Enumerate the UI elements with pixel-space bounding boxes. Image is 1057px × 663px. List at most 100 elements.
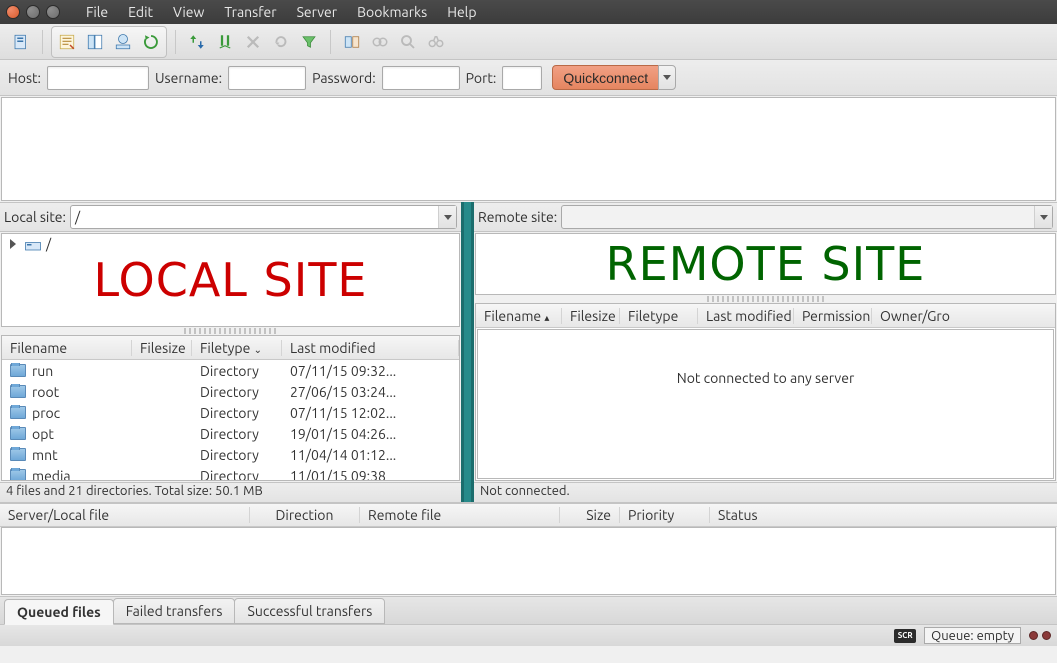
file-name: mnt [32, 447, 58, 463]
remote-path-combo[interactable] [561, 205, 1053, 229]
refresh-button[interactable] [138, 29, 164, 55]
col-filename[interactable]: Filename ▴ [476, 308, 562, 324]
tab-successful-transfers[interactable]: Successful transfers [234, 598, 385, 624]
col-filetype[interactable]: Filetype [620, 308, 698, 324]
table-row[interactable]: mediaDirectory11/01/15 09:38 [2, 465, 459, 480]
sync-browse-button[interactable] [367, 29, 393, 55]
folder-icon [10, 469, 26, 480]
table-row[interactable]: mntDirectory11/04/14 01:12... [2, 444, 459, 465]
vertical-splitter[interactable] [461, 202, 474, 502]
window-minimize-button[interactable] [26, 5, 40, 19]
site-manager-button[interactable] [8, 29, 34, 55]
queue-body[interactable] [1, 527, 1056, 595]
remote-overlay-label: REMOTE SITE [476, 234, 1055, 294]
col-filename[interactable]: Filename [2, 340, 132, 356]
local-file-list[interactable]: Filename Filesize Filetype ⌄ Last modifi… [1, 335, 460, 481]
col-serverfile[interactable]: Server/Local file [0, 507, 250, 523]
file-modified: 27/06/15 03:24... [282, 384, 459, 400]
local-status: 4 files and 21 directories. Total size: … [0, 482, 461, 502]
file-modified: 07/11/15 09:32... [282, 363, 459, 379]
col-size[interactable]: Size [560, 507, 620, 523]
window-close-button[interactable] [6, 5, 20, 19]
chevron-down-icon [1040, 215, 1048, 220]
toggle-log-button[interactable] [54, 29, 80, 55]
file-modified: 11/01/15 09:38 [282, 468, 459, 481]
table-row[interactable]: procDirectory07/11/15 12:02... [2, 402, 459, 423]
queue-status[interactable]: Queue: empty [924, 627, 1021, 644]
port-input[interactable] [502, 66, 542, 90]
compare-button[interactable] [339, 29, 365, 55]
col-remotefile[interactable]: Remote file [360, 507, 560, 523]
remote-not-connected: Not connected to any server [477, 329, 1054, 479]
port-label: Port: [466, 70, 497, 86]
window-maximize-button[interactable] [46, 5, 60, 19]
remote-splitter[interactable] [707, 296, 824, 302]
remote-path-bar: Remote site: [474, 202, 1057, 232]
led-upload-icon [1042, 631, 1051, 640]
quickconnect-dropdown[interactable] [658, 65, 676, 90]
filter-button[interactable] [296, 29, 322, 55]
file-name: root [32, 384, 59, 400]
menu-view[interactable]: View [165, 2, 212, 22]
menubar: File Edit View Transfer Server Bookmarks… [78, 2, 485, 22]
file-name: run [32, 363, 53, 379]
username-label: Username: [155, 70, 222, 86]
password-input[interactable] [382, 66, 460, 90]
remote-file-list[interactable]: Filename ▴ Filesize Filetype Last modifi… [475, 303, 1056, 481]
menu-help[interactable]: Help [439, 2, 484, 22]
drive-icon [24, 236, 42, 252]
col-owner[interactable]: Owner/Gro [872, 308, 1055, 324]
file-modified: 07/11/15 12:02... [282, 405, 459, 421]
remote-tree[interactable]: REMOTE SITE [475, 233, 1056, 295]
menu-bookmarks[interactable]: Bookmarks [349, 2, 435, 22]
col-filetype[interactable]: Filetype ⌄ [192, 340, 282, 356]
reconnect-button[interactable] [268, 29, 294, 55]
cancel-button[interactable] [212, 29, 238, 55]
toggle-tree-button[interactable] [82, 29, 108, 55]
folder-icon [10, 385, 26, 398]
expand-icon[interactable] [10, 239, 16, 249]
table-row[interactable]: runDirectory07/11/15 09:32... [2, 360, 459, 381]
window-titlebar: File Edit View Transfer Server Bookmarks… [0, 0, 1057, 24]
file-type: Directory [192, 384, 282, 400]
host-input[interactable] [47, 66, 149, 90]
toolbar [0, 24, 1057, 60]
col-priority[interactable]: Priority [620, 507, 710, 523]
remote-path-dropdown[interactable] [1034, 206, 1052, 228]
col-modified[interactable]: Last modified [698, 308, 794, 324]
menu-transfer[interactable]: Transfer [216, 2, 284, 22]
message-log[interactable] [1, 97, 1056, 201]
table-row[interactable]: optDirectory19/01/15 04:26... [2, 423, 459, 444]
toggle-queue-button[interactable] [110, 29, 136, 55]
scr-indicator: SCR [894, 629, 916, 643]
local-tree[interactable]: / LOCAL SITE [1, 233, 460, 327]
local-splitter[interactable] [184, 328, 276, 334]
table-row[interactable]: root Directory27/06/15 03:24... [2, 381, 459, 402]
chevron-down-icon [444, 215, 452, 220]
col-direction[interactable]: Direction [250, 507, 360, 523]
menu-file[interactable]: File [78, 2, 116, 22]
toolbar-separator [330, 30, 331, 54]
col-filesize[interactable]: Filesize [562, 308, 620, 324]
disconnect-button[interactable] [240, 29, 266, 55]
tab-failed-transfers[interactable]: Failed transfers [113, 598, 236, 624]
file-name: opt [32, 426, 54, 442]
binoculars-button[interactable] [423, 29, 449, 55]
local-tree-root[interactable]: / [2, 234, 459, 254]
process-queue-button[interactable] [184, 29, 210, 55]
col-filesize[interactable]: Filesize [132, 340, 192, 356]
local-path-combo[interactable]: / [70, 205, 457, 229]
col-status[interactable]: Status [710, 507, 1057, 523]
menu-edit[interactable]: Edit [120, 2, 161, 22]
username-input[interactable] [228, 66, 306, 90]
col-permission[interactable]: Permission [794, 308, 872, 324]
tab-queued-files[interactable]: Queued files [4, 599, 114, 625]
menu-server[interactable]: Server [289, 2, 346, 22]
local-path-dropdown[interactable] [438, 206, 456, 228]
local-path-value: / [75, 209, 80, 225]
activity-leds [1029, 631, 1051, 640]
search-button[interactable] [395, 29, 421, 55]
folder-icon [10, 406, 26, 419]
quickconnect-button[interactable]: Quickconnect [552, 65, 659, 90]
col-modified[interactable]: Last modified [282, 340, 459, 356]
